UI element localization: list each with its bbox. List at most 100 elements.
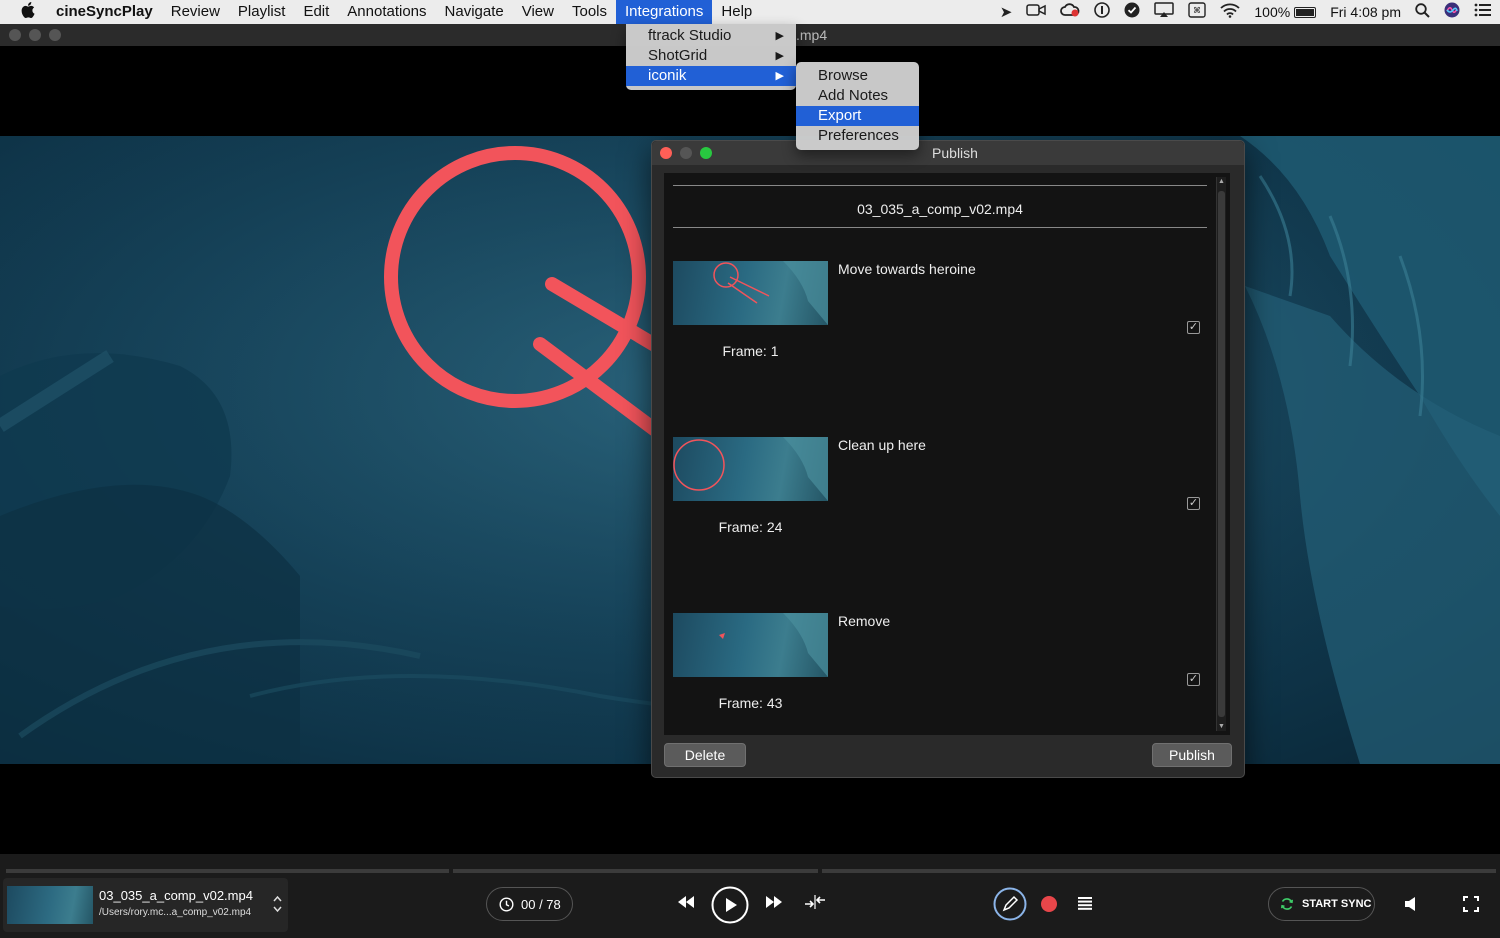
- note-thumbnail: [673, 437, 828, 501]
- clock[interactable]: Fri 4:08 pm: [1330, 4, 1401, 20]
- menu-integrations[interactable]: Integrations: [616, 0, 713, 24]
- status-area: ➤ ⌘ 100% Fri 4:08 pm: [1000, 0, 1492, 24]
- play-button[interactable]: [711, 886, 749, 929]
- menu-item-export[interactable]: Export: [796, 106, 919, 126]
- window-minimize-button[interactable]: [29, 29, 41, 41]
- menu-bar: cineSyncPlay Review Playlist Edit Annota…: [0, 0, 1500, 24]
- publish-dialog-title-bar: Publish: [652, 141, 1244, 165]
- window-close-button[interactable]: [9, 29, 21, 41]
- menu-item-shotgrid[interactable]: ShotGrid ▶: [626, 46, 796, 66]
- siri-icon[interactable]: [1444, 2, 1460, 22]
- scrollbar-thumb[interactable]: [1218, 191, 1225, 717]
- note-frame-label: Frame: 24: [718, 519, 783, 535]
- airplay-icon[interactable]: [1154, 2, 1175, 22]
- note-include-checkbox[interactable]: ✓: [1187, 321, 1200, 334]
- menu-view[interactable]: View: [513, 0, 563, 24]
- record-button[interactable]: [1041, 896, 1057, 912]
- iconik-submenu: Browse Add Notes Export Preferences: [796, 62, 919, 150]
- volume-icon[interactable]: [1404, 896, 1418, 917]
- publish-button[interactable]: Publish: [1152, 743, 1232, 767]
- timeline-track-segment[interactable]: [453, 869, 818, 873]
- window-zoom-button[interactable]: [49, 29, 61, 41]
- note-item: Frame: 1 Move towards heroine ✓: [673, 261, 1213, 437]
- creative-cloud-icon[interactable]: [1060, 3, 1080, 21]
- timeline-track-segment[interactable]: [822, 869, 1496, 873]
- start-sync-label: START SYNC: [1302, 898, 1372, 910]
- note-include-checkbox[interactable]: ✓: [1187, 673, 1200, 686]
- note-text: Remove: [838, 613, 891, 629]
- notification-center-icon[interactable]: [1474, 3, 1492, 21]
- menu-item-browse[interactable]: Browse: [796, 66, 919, 86]
- note-thumbnail: [673, 613, 828, 677]
- timeline-track-segment[interactable]: [6, 869, 449, 873]
- media-name: 03_035_a_comp_v02.mp4: [99, 888, 253, 903]
- menu-review[interactable]: Review: [162, 0, 229, 24]
- app-menu[interactable]: cineSyncPlay: [56, 0, 162, 24]
- note-text: Clean up here: [838, 437, 926, 453]
- menu-item-label: iconik: [648, 67, 687, 84]
- battery-icon: [1294, 6, 1317, 18]
- menu-navigate[interactable]: Navigate: [436, 0, 513, 24]
- publish-dialog: Publish 03_035_a_comp_v02.mp4 Frame: 1 M…: [651, 140, 1245, 778]
- media-filename: 03_035_a_comp_v02.mp4: [857, 201, 1023, 217]
- media-thumbnail: [7, 886, 93, 924]
- delete-button[interactable]: Delete: [664, 743, 746, 767]
- note-thumbnail: [673, 261, 828, 325]
- frame-counter-value: 00 / 78: [521, 896, 561, 912]
- divider: [673, 227, 1207, 228]
- menu-item-add-notes[interactable]: Add Notes: [796, 86, 919, 106]
- publish-dialog-title: Publish: [932, 145, 978, 161]
- menu-help[interactable]: Help: [712, 0, 761, 24]
- integrations-dropdown: ftrack Studio ▶ ShotGrid ▶ iconik ▶: [626, 24, 796, 90]
- rewind-icon[interactable]: [677, 895, 695, 914]
- spotlight-search-icon[interactable]: [1415, 2, 1430, 22]
- divider: [673, 185, 1207, 186]
- scroll-down-arrow-icon[interactable]: ▼: [1218, 723, 1225, 730]
- loop-toggle-icon[interactable]: [803, 892, 827, 917]
- submenu-arrow-icon: ▶: [775, 30, 784, 42]
- playback-controls: 03_035_a_comp_v02.mp4 /Users/rory.mc...a…: [0, 878, 1500, 938]
- menu-playlist[interactable]: Playlist: [229, 0, 295, 24]
- sync-icon: [1281, 898, 1293, 910]
- media-path: /Users/rory.mc...a_comp_v02.mp4: [99, 907, 252, 918]
- location-icon[interactable]: ➤: [1000, 3, 1013, 21]
- start-sync-button[interactable]: START SYNC: [1268, 887, 1375, 921]
- menu-annotations[interactable]: Annotations: [338, 0, 435, 24]
- note-item: Frame: 24 Clean up here ✓: [673, 437, 1213, 613]
- apple-icon[interactable]: [0, 1, 56, 23]
- annotate-pen-button[interactable]: [993, 887, 1027, 926]
- menu-tools[interactable]: Tools: [563, 0, 616, 24]
- check-circle-icon[interactable]: [1124, 2, 1140, 22]
- menu-item-ftrack-studio[interactable]: ftrack Studio ▶: [626, 26, 796, 46]
- menu-item-preferences[interactable]: Preferences: [796, 126, 919, 146]
- scroll-up-arrow-icon[interactable]: ▲: [1218, 178, 1225, 185]
- note-frame-label: Frame: 1: [722, 343, 779, 359]
- svg-text:⌘: ⌘: [1193, 6, 1201, 15]
- chevron-up-down-icon[interactable]: [273, 894, 282, 917]
- battery-percent: 100%: [1254, 4, 1291, 20]
- facetime-icon[interactable]: [1026, 3, 1047, 21]
- note-item: Frame: 43 Remove ✓: [673, 613, 1213, 789]
- note-frame-label: Frame: 43: [718, 695, 783, 711]
- menu-item-iconik[interactable]: iconik ▶: [626, 66, 796, 86]
- fast-forward-icon[interactable]: [765, 895, 783, 914]
- current-media-selector[interactable]: 03_035_a_comp_v02.mp4 /Users/rory.mc...a…: [3, 878, 288, 932]
- submenu-arrow-icon: ▶: [775, 50, 784, 62]
- timeline[interactable]: [0, 854, 1500, 878]
- menu-edit[interactable]: Edit: [294, 0, 338, 24]
- notes-scrollbar[interactable]: ▲ ▼: [1216, 177, 1226, 731]
- menu-item-label: ftrack Studio: [648, 27, 732, 44]
- window-title: .mp4: [796, 27, 828, 43]
- battery-indicator[interactable]: 100%: [1254, 4, 1317, 20]
- clock-icon: [499, 896, 514, 912]
- submenu-arrow-icon: ▶: [775, 70, 784, 82]
- one-password-icon[interactable]: [1094, 2, 1111, 22]
- fullscreen-icon[interactable]: [1463, 896, 1479, 917]
- note-text: Move towards heroine: [838, 261, 976, 277]
- list-menu-icon[interactable]: [1078, 897, 1092, 915]
- frame-counter[interactable]: 00 / 78: [486, 887, 573, 921]
- notes-list[interactable]: 03_035_a_comp_v02.mp4 Frame: 1 Move towa…: [664, 173, 1230, 735]
- note-include-checkbox[interactable]: ✓: [1187, 497, 1200, 510]
- wifi-icon[interactable]: [1220, 3, 1240, 22]
- keyboard-shortcut-icon[interactable]: ⌘: [1188, 2, 1207, 22]
